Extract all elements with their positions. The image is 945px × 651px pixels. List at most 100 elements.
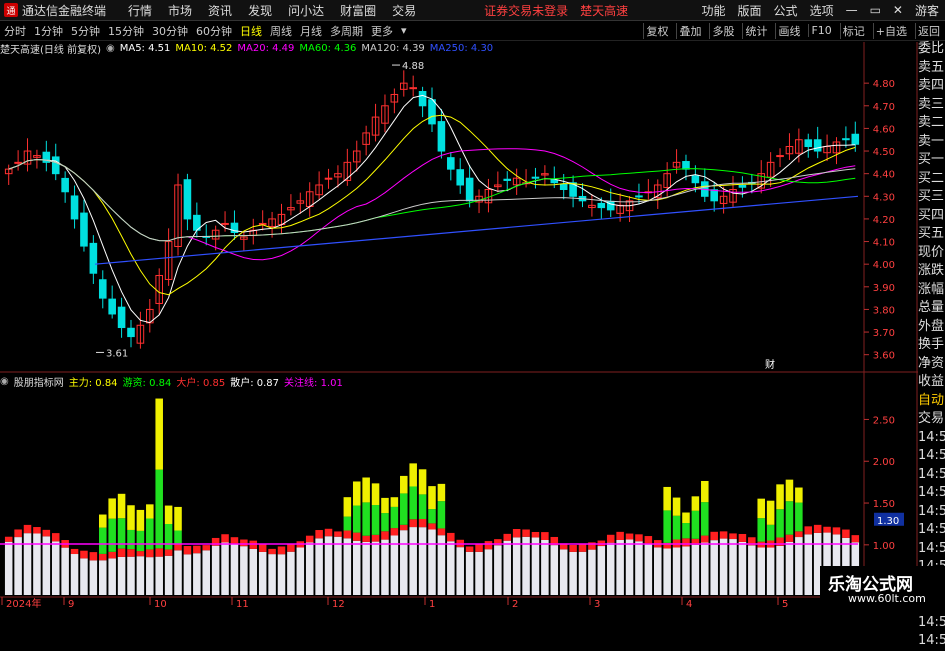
hot-money-bar [409,486,417,520]
main-force-bar [682,512,690,524]
side-panel-item[interactable]: 买一 [918,151,945,170]
retail-bar [23,533,32,595]
settings-icon[interactable]: ◉ [0,376,9,387]
big-holder-bar [813,524,822,533]
sub-tick-label: 1.50 [873,499,895,510]
big-holder-bar [738,533,747,542]
big-holder-bar [635,534,643,542]
hot-money-bar [672,515,681,540]
big-holder-bar [136,551,145,557]
main-force-bar [117,493,126,519]
side-panel-item[interactable]: 卖四 [918,77,945,96]
ma10-line [8,114,856,296]
big-holder-bar [287,543,295,552]
retail-bar [653,547,662,595]
main-force-bar [371,483,380,506]
candle-body [597,202,606,209]
main-force-bar [164,505,173,524]
big-holder-bar [80,550,88,559]
side-panel-item[interactable]: 自动 [918,392,945,411]
big-holder-bar [164,549,173,556]
side-panel-item[interactable]: 交易 [918,410,945,429]
side-panel-item[interactable]: 总量 [918,299,945,318]
settings-icon[interactable]: ◉ [106,43,115,54]
price-tick-label: 4.30 [873,192,895,203]
retail-bar [710,540,718,595]
date-label: 2 [512,599,518,609]
candle-body [324,177,333,180]
big-holder-bar [249,540,258,549]
side-panel-item[interactable]: 委比 [918,40,945,59]
candle-body [813,139,822,152]
retail-bar [371,541,380,595]
main-force-bar [400,475,408,494]
hot-money-bar [343,516,352,531]
side-panel-item[interactable]: 14:56 [918,484,945,503]
hot-money-bar [418,494,427,519]
side-panel-item[interactable]: 14:56 [918,521,945,540]
big-holder-bar [371,534,380,542]
candle-body [80,212,88,247]
retail-bar [164,555,173,595]
candle-body [221,222,229,225]
ma60-line [8,158,856,242]
side-panel-item[interactable]: 14:56 [918,614,945,633]
big-holder-bar [569,545,577,552]
retail-bar [616,539,624,595]
side-panel-item[interactable]: 卖三 [918,96,945,115]
side-panel-item[interactable]: 净资 [918,355,945,374]
side-panel-item[interactable]: 买五 [918,225,945,244]
main-force-bar [136,509,145,531]
side-panel-item[interactable]: 14:56 [918,503,945,522]
side-panel-item[interactable]: 14:56 [918,632,945,651]
candle-body [14,161,22,164]
hot-money-bar [691,510,700,539]
candle-body [89,242,98,274]
side-panel-item[interactable]: 卖一 [918,133,945,152]
side-panel-item[interactable]: 涨跌 [918,262,945,281]
high-price-label: 4.88 [402,61,424,72]
big-holder-bar [268,548,276,555]
sub-tick-label: 1.00 [873,541,895,552]
watermark: 乐淘公式网 www.60lt.com [820,566,945,609]
side-panel-item[interactable]: 现价 [918,244,945,263]
main-force-bar [390,497,399,507]
retail-bar [428,529,436,595]
retail-bar [14,537,22,595]
main-force-bar [127,505,135,530]
side-panel-item[interactable]: 买二 [918,170,945,189]
side-panel-item[interactable]: 外盘 [918,318,945,337]
kline-chart[interactable]: 4.80 4.70 4.60 4.50 4.40 4.30 4.20 4.10 4.00 3.90… [0,0,945,609]
retail-bar [258,551,267,595]
retail-bar [738,541,747,595]
retail-bar [447,541,455,595]
main-force-bar [343,497,352,517]
retail-bar [127,556,135,595]
retail-bar [249,548,258,595]
side-panel-item[interactable]: 14:56 [918,447,945,466]
big-holder-bar [541,532,549,540]
retail-bar [541,539,549,595]
price-tick-label: 4.80 [873,79,895,90]
side-panel-item[interactable]: 买三 [918,188,945,207]
side-panel-item[interactable]: 14:56 [918,540,945,559]
hot-money-bar [146,518,154,550]
side-panel-item[interactable]: 卖五 [918,59,945,78]
retail-bar [136,556,145,595]
candle-body [804,139,813,148]
side-panel-item[interactable]: 14:56 [918,429,945,448]
hot-money-bar [795,502,803,532]
retail-bar [183,554,192,595]
side-panel-item[interactable]: 换手 [918,336,945,355]
side-panel-item[interactable]: 涨幅 [918,281,945,300]
candle-body [456,169,465,186]
side-panel-item[interactable]: 卖二 [918,114,945,133]
side-panel-item[interactable]: 收益 [918,373,945,392]
big-holder-bar [23,524,32,534]
retail-bar [729,539,737,595]
side-panel-item[interactable]: 14:56 [918,466,945,485]
big-holder-bar [146,549,154,558]
big-holder-bar [14,529,22,538]
side-panel-item[interactable]: 买四 [918,207,945,226]
candle-body [550,179,559,184]
